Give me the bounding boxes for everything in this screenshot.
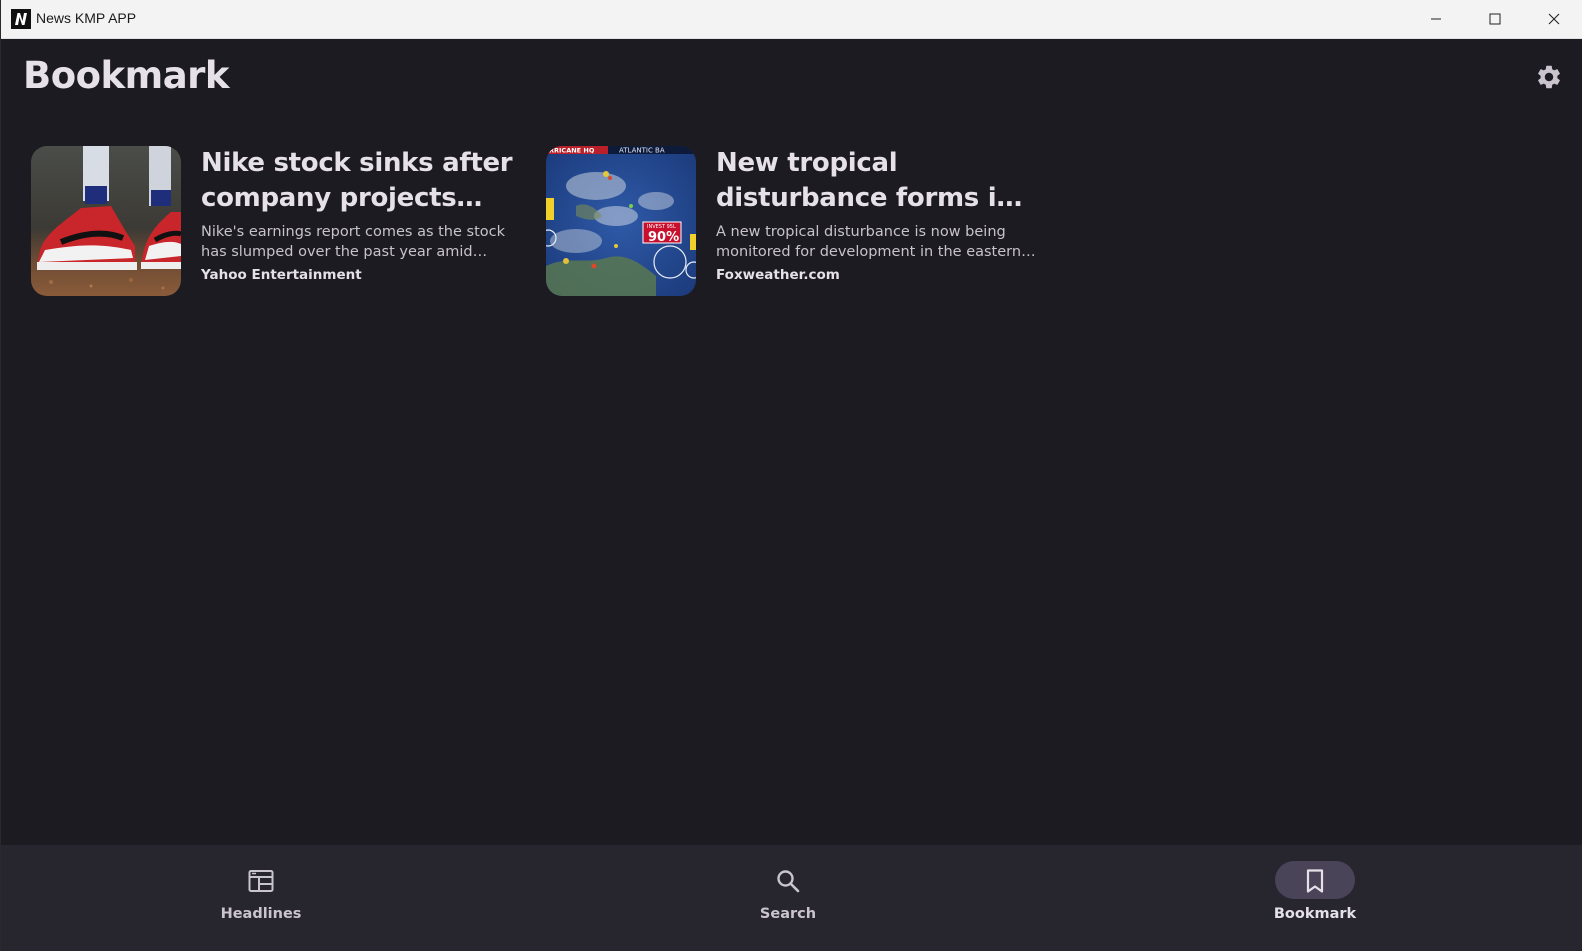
weather-map: RRICANE HQ ATLANTIC BA INVEST 95L 90%	[546, 146, 696, 296]
nav-label: Headlines	[220, 906, 302, 922]
nav-item-bookmark[interactable]: Bookmark	[1235, 845, 1395, 951]
article-source: Yahoo Entertainment	[201, 267, 362, 283]
title-bar: News KMP APP	[1, 0, 1582, 39]
article-card[interactable]: RRICANE HQ ATLANTIC BA INVEST 95L 90% Ne…	[546, 146, 1036, 296]
minimize-icon	[1431, 18, 1441, 20]
page-title: Bookmark	[23, 54, 230, 97]
article-thumbnail: RRICANE HQ ATLANTIC BA INVEST 95L 90%	[546, 146, 696, 296]
map-banner-left: RRICANE HQ	[549, 147, 595, 155]
newspaper-icon	[247, 867, 275, 895]
window-title: News KMP APP	[36, 10, 137, 26]
maximize-button[interactable]	[1466, 0, 1524, 38]
maximize-icon	[1489, 13, 1501, 25]
bookmark-icon	[1301, 867, 1329, 895]
article-thumbnail	[31, 146, 181, 296]
article-description: A new tropical disturbance is now being …	[716, 224, 1022, 260]
nav-item-headlines[interactable]: Headlines	[181, 845, 341, 951]
bottom-navigation: Headlines Search Bookmark	[1, 845, 1582, 951]
nav-label: Search	[759, 906, 817, 922]
minimize-button[interactable]	[1407, 0, 1465, 38]
gear-icon	[1538, 65, 1560, 89]
article-card[interactable]: Nike stock sinks after company projects …	[31, 146, 521, 296]
article-source: Foxweather.com	[716, 267, 840, 283]
app-logo-icon	[11, 9, 31, 29]
nav-item-search[interactable]: Search	[708, 845, 868, 951]
sneakers-photo	[31, 146, 181, 296]
close-icon	[1548, 13, 1560, 25]
close-button[interactable]	[1525, 0, 1582, 38]
article-description: Nike's earnings report comes as the stoc…	[201, 224, 505, 260]
app-window: News KMP APP Bookmark Nike stock sinks a…	[0, 0, 1582, 951]
map-badge-value: 90%	[648, 230, 679, 245]
settings-button[interactable]	[1535, 63, 1563, 91]
search-icon	[774, 867, 802, 895]
article-title: New tropical disturbance forms in ...	[716, 148, 1015, 213]
map-banner-right: ATLANTIC BA	[619, 147, 665, 155]
article-title: Nike stock sinks after company projects …	[201, 148, 513, 213]
nav-label: Bookmark	[1273, 906, 1357, 922]
